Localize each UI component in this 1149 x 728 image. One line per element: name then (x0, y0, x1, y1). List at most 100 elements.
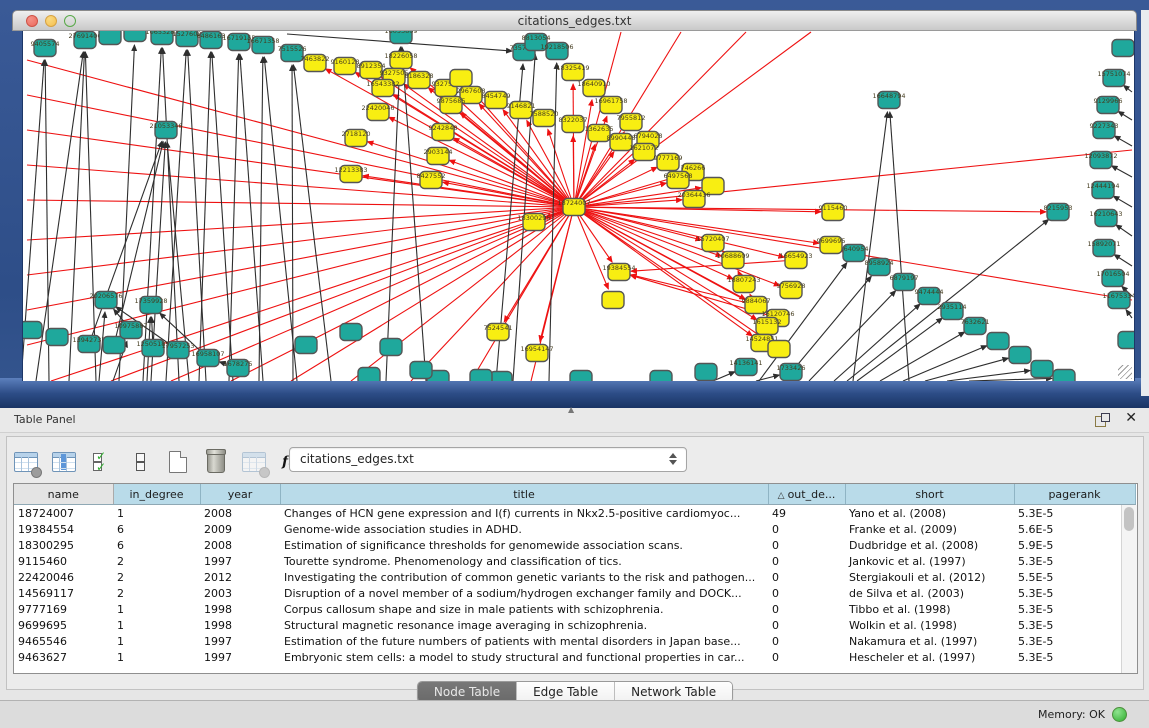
table-cell[interactable]: Disruption of a novel member of a sodium… (280, 585, 768, 601)
network-node[interactable] (650, 371, 672, 382)
table-cell[interactable]: 1 (113, 505, 200, 522)
float-panel-button[interactable] (1095, 413, 1109, 426)
table-cell[interactable]: 2009 (200, 521, 280, 537)
table-cell[interactable]: 5.9E-5 (1014, 537, 1135, 553)
network-node[interactable] (124, 31, 146, 42)
table-cell[interactable]: Investigating the contribution of common… (280, 569, 768, 585)
network-node[interactable] (570, 371, 592, 382)
table-cell[interactable]: 5.3E-5 (1014, 553, 1135, 569)
table-cell[interactable]: 1997 (200, 633, 280, 649)
network-node[interactable] (450, 70, 472, 87)
delete-button[interactable] (203, 449, 229, 475)
table-cell[interactable]: Estimation of the future numbers of pati… (280, 633, 768, 649)
table-cell[interactable]: 5.3E-5 (1014, 617, 1135, 633)
table-cell[interactable]: 1998 (200, 617, 280, 633)
table-row[interactable]: 1830029562008Estimation of significance … (14, 537, 1135, 553)
table-cell[interactable]: 0 (768, 617, 845, 633)
table-cell[interactable]: 0 (768, 537, 845, 553)
table-row[interactable]: 911546021997Tourette syndrome. Phenomeno… (14, 553, 1135, 569)
table-cell[interactable]: 0 (768, 633, 845, 649)
row-height-button[interactable] (127, 449, 153, 475)
table-cell[interactable]: 18300295 (14, 537, 113, 553)
window-resize-grip[interactable] (1118, 365, 1132, 379)
tab-node-table[interactable]: Node Table (418, 682, 517, 702)
table-cell[interactable]: de Silva et al. (2003) (845, 585, 1014, 601)
table-cell[interactable]: 9465546 (14, 633, 113, 649)
network-node[interactable] (1009, 347, 1031, 364)
network-node[interactable] (1112, 40, 1134, 57)
table-cell[interactable]: 0 (768, 601, 845, 617)
table-cell[interactable]: 2 (113, 569, 200, 585)
table-cell[interactable]: 5.5E-5 (1014, 569, 1135, 585)
table-cell[interactable]: 1 (113, 617, 200, 633)
table-cell[interactable]: 9463627 (14, 649, 113, 665)
table-vertical-scrollbar[interactable] (1121, 505, 1137, 673)
table-row[interactable]: 1938455462009Genome-wide association stu… (14, 521, 1135, 537)
network-node[interactable] (470, 370, 492, 382)
network-node[interactable] (23, 322, 42, 339)
table-cell[interactable]: 9699695 (14, 617, 113, 633)
table-cell[interactable]: Dudbridge et al. (2008) (845, 537, 1014, 553)
table-cell[interactable]: 1998 (200, 601, 280, 617)
network-node[interactable] (46, 329, 68, 346)
table-cell[interactable]: 9115460 (14, 553, 113, 569)
table-row[interactable]: 969969511998Structural magnetic resonanc… (14, 617, 1135, 633)
table-cell[interactable]: 1 (113, 649, 200, 665)
table-row[interactable]: 1456911722003Disruption of a novel membe… (14, 585, 1135, 601)
table-cell[interactable]: 5.3E-5 (1014, 585, 1135, 601)
network-node[interactable] (602, 292, 624, 309)
table-cell[interactable]: 14569117 (14, 585, 113, 601)
table-cell[interactable]: 6 (113, 537, 200, 553)
table-cell[interactable]: Changes of HCN gene expression and I(f) … (280, 505, 768, 522)
column-header-year[interactable]: year (200, 484, 280, 505)
table-cell[interactable]: Tourette syndrome. Phenomenology and cla… (280, 553, 768, 569)
table-row[interactable]: 946554611997Estimation of the future num… (14, 633, 1135, 649)
table-cell[interactable]: Hescheler et al. (1997) (845, 649, 1014, 665)
table-settings-button[interactable] (13, 449, 39, 475)
network-node[interactable] (695, 364, 717, 381)
tab-network-table[interactable]: Network Table (615, 682, 732, 702)
table-cell[interactable]: Genome-wide association studies in ADHD. (280, 521, 768, 537)
table-row[interactable]: 1872400712008Changes of HCN gene express… (14, 505, 1135, 522)
tab-edge-table[interactable]: Edge Table (517, 682, 615, 702)
new-table-button[interactable] (165, 449, 191, 475)
table-cell[interactable]: 2 (113, 553, 200, 569)
network-node[interactable] (1053, 370, 1075, 382)
network-node[interactable] (490, 372, 512, 382)
table-cell[interactable]: Jankovic et al. (1997) (845, 553, 1014, 569)
column-header-short[interactable]: short (845, 484, 1014, 505)
table-cell[interactable]: 2 (113, 585, 200, 601)
network-canvas[interactable]: 9405574276914061065328715276026486163167… (22, 31, 1135, 381)
network-node[interactable] (410, 362, 432, 379)
table-cell[interactable]: 1997 (200, 553, 280, 569)
scrollbar-thumb[interactable] (1124, 507, 1134, 531)
table-cell[interactable]: 0 (768, 553, 845, 569)
network-node[interactable] (99, 31, 121, 45)
table-cell[interactable]: Embryonic stem cells: a model to study s… (280, 649, 768, 665)
table-cell[interactable]: 5.3E-5 (1014, 649, 1135, 665)
show-columns-button[interactable] (51, 449, 77, 475)
table-cell[interactable]: 0 (768, 585, 845, 601)
table-cell[interactable]: Nakamura et al. (1997) (845, 633, 1014, 649)
table-cell[interactable]: 49 (768, 505, 845, 522)
attribute-table[interactable]: namein_degreeyeartitle△out_de...shortpag… (14, 484, 1136, 665)
table-cell[interactable]: Estimation of significance thresholds fo… (280, 537, 768, 553)
table-cell[interactable]: 1 (113, 601, 200, 617)
table-cell[interactable]: 9777169 (14, 601, 113, 617)
table-cell[interactable]: Structural magnetic resonance image aver… (280, 617, 768, 633)
table-cell[interactable]: Wolkin et al. (1998) (845, 617, 1014, 633)
table-row[interactable]: 2242004622012Investigating the contribut… (14, 569, 1135, 585)
network-node[interactable] (358, 368, 380, 382)
network-node[interactable] (1118, 332, 1134, 349)
column-header-pagerank[interactable]: pagerank (1014, 484, 1135, 505)
table-cell[interactable]: 2003 (200, 585, 280, 601)
column-header-name[interactable]: name (14, 484, 113, 505)
select-columns-button[interactable]: ✓✓ (89, 449, 115, 475)
table-cell[interactable]: Yano et al. (2008) (845, 505, 1014, 522)
network-node[interactable] (1031, 361, 1053, 378)
table-cell[interactable]: 0 (768, 649, 845, 665)
table-cell[interactable]: 22420046 (14, 569, 113, 585)
network-node[interactable] (340, 324, 362, 341)
table-cell[interactable]: 0 (768, 569, 845, 585)
close-panel-button[interactable]: ✕ (1125, 410, 1137, 426)
